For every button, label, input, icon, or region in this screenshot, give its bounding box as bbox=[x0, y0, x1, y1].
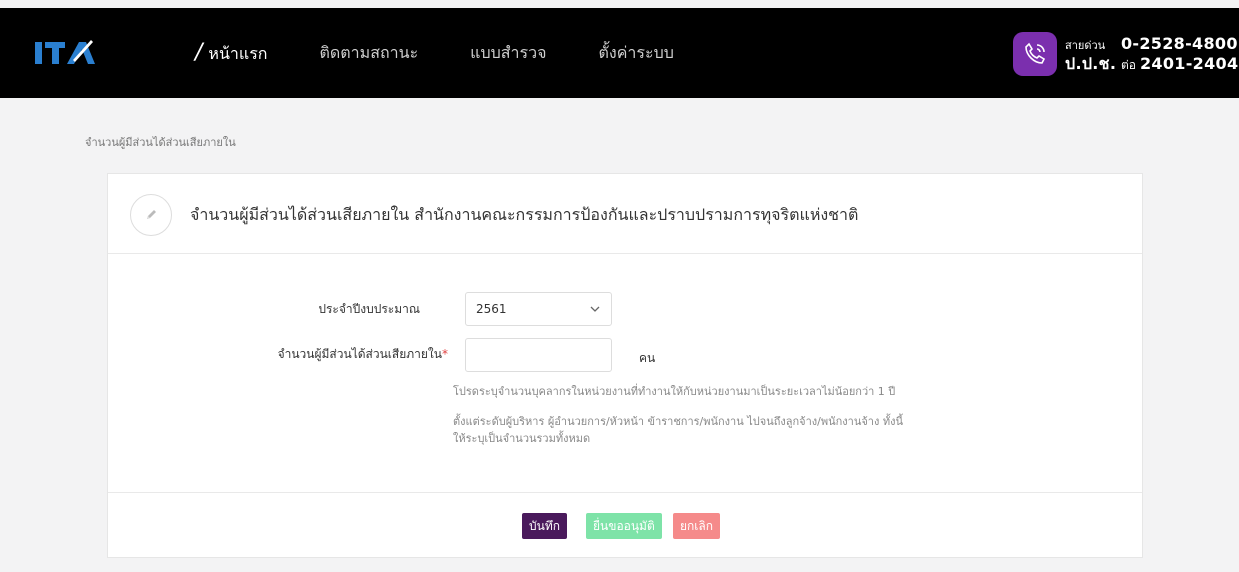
budget-year-select[interactable]: 2561 bbox=[465, 292, 612, 326]
hotline-number: 0-2528-4800 bbox=[1121, 34, 1238, 53]
help-text-3: ให้ระบุเป็นจำนวนรวมทั้งหมด bbox=[453, 432, 591, 445]
hotline-ext-number: 2401-2404 bbox=[1140, 54, 1239, 73]
ita-logo[interactable] bbox=[35, 36, 97, 70]
stakeholder-count-label: จำนวนผู้มีส่วนได้ส่วนเสียภายใน* bbox=[188, 345, 448, 364]
help-text-2: ตั้งแต่ระดับผู้บริหาร ผู้อำนวยการ/หัวหน้… bbox=[453, 415, 903, 428]
budget-year-value: 2561 bbox=[476, 302, 507, 316]
card-footer: บันทึก ยื่นขออนุมัติ ยกเลิก bbox=[108, 492, 1142, 558]
card-header: จำนวนผู้มีส่วนได้ส่วนเสียภายใน สำนักงานค… bbox=[108, 174, 1142, 254]
pencil-icon bbox=[130, 194, 172, 236]
help-text-1: โปรดระบุจำนวนบุคลากรในหน่วยงานที่ทำงานให… bbox=[453, 385, 896, 398]
nav-item-survey[interactable]: แบบสำรวจ bbox=[470, 41, 546, 66]
stakeholder-count-input[interactable] bbox=[465, 338, 612, 372]
required-mark: * bbox=[442, 347, 448, 361]
main-nav: / หน้าแรก ติดตามสถานะ แบบสำรวจ ตั้งค่าระบ… bbox=[195, 8, 726, 98]
hotline-org: ป.ป.ช. bbox=[1065, 54, 1117, 73]
save-button[interactable]: บันทึก bbox=[522, 513, 567, 539]
nav-item-label: ตั้งค่าระบบ bbox=[598, 42, 674, 62]
unit-label: คน bbox=[639, 351, 656, 365]
nav-item-home[interactable]: / หน้าแรก bbox=[195, 40, 267, 67]
submit-approval-button[interactable]: ยื่นขออนุมัติ bbox=[586, 513, 662, 539]
stakeholder-count-label-text: จำนวนผู้มีส่วนได้ส่วนเสียภายใน bbox=[277, 347, 442, 361]
nav-item-settings[interactable]: ตั้งค่าระบบ bbox=[598, 41, 673, 66]
phone-icon[interactable] bbox=[1013, 32, 1057, 76]
top-navbar: / หน้าแรก ติดตามสถานะ แบบสำรวจ ตั้งค่าระบ… bbox=[0, 8, 1239, 98]
hotline-label: สายด่วน bbox=[1065, 39, 1106, 52]
nav-item-label: หน้าแรก bbox=[208, 43, 268, 63]
hotline-info: สายด่วน 0-2528-4800 ป.ป.ช. ต่อ 2401-2404 bbox=[1065, 35, 1238, 74]
nav-item-label: ติดตามสถานะ bbox=[319, 42, 419, 62]
nav-item-track-status[interactable]: ติดตามสถานะ bbox=[319, 41, 418, 66]
breadcrumb: จำนวนผู้มีส่วนได้ส่วนเสียภายใน bbox=[85, 136, 236, 149]
nav-item-label: แบบสำรวจ bbox=[470, 42, 547, 62]
stakeholder-form-card: จำนวนผู้มีส่วนได้ส่วนเสียภายใน สำนักงานค… bbox=[107, 173, 1143, 558]
card-title: จำนวนผู้มีส่วนได้ส่วนเสียภายใน สำนักงานค… bbox=[190, 205, 859, 224]
hotline-ext-label: ต่อ bbox=[1121, 58, 1136, 72]
chevron-down-icon bbox=[590, 306, 600, 312]
cancel-button[interactable]: ยกเลิก bbox=[673, 513, 721, 539]
budget-year-label: ประจำปีงบประมาณ bbox=[318, 302, 420, 316]
active-slash-icon: / bbox=[195, 39, 203, 65]
